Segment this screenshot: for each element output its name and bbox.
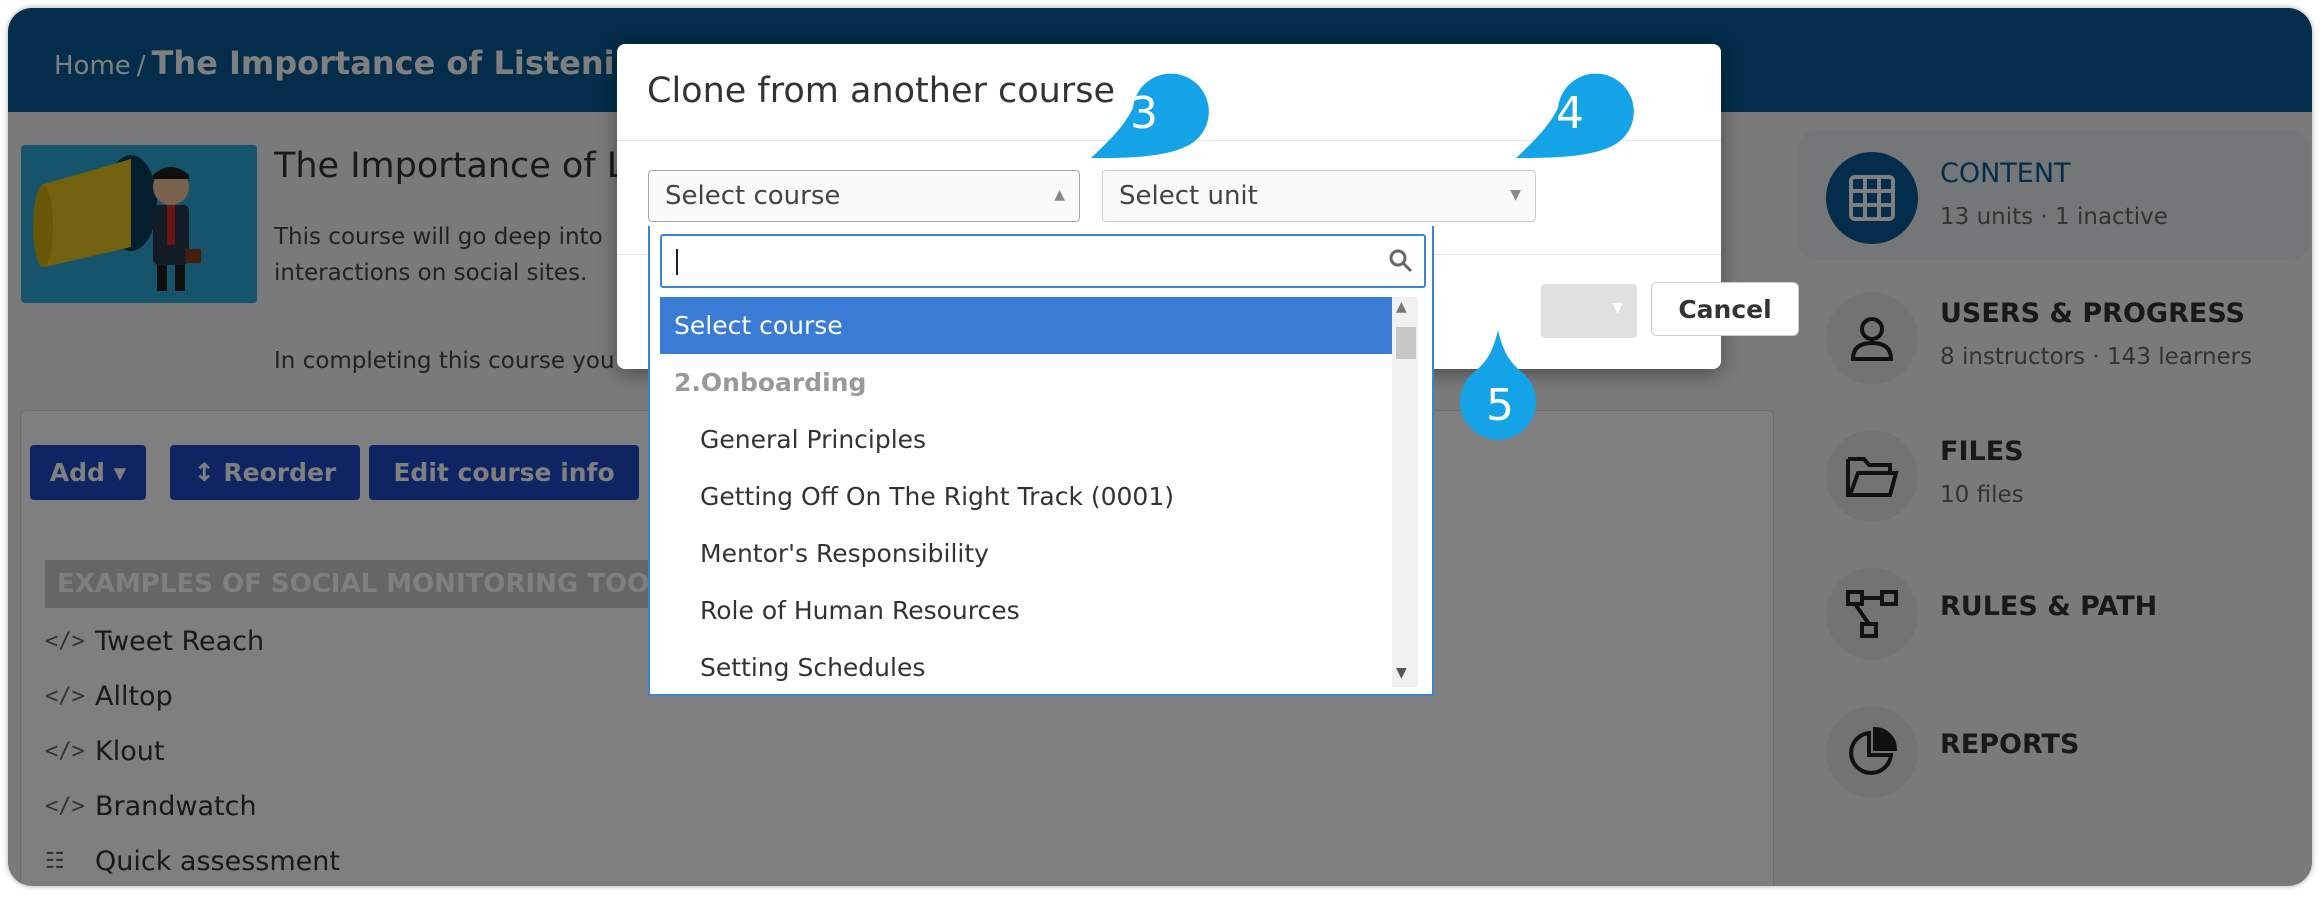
course-dropdown: Select course 2.Onboarding General Princ… bbox=[648, 226, 1434, 696]
unit-select[interactable]: Select unit ▼ bbox=[1102, 170, 1536, 222]
dropdown-option[interactable]: Mentor's Responsibility bbox=[660, 525, 1394, 582]
callout-number: 3 bbox=[1130, 88, 1158, 139]
dropdown-option[interactable]: Getting Off On The Right Track (0001) bbox=[660, 468, 1394, 525]
dropdown-scrollbar[interactable]: ▲ ▼ bbox=[1392, 297, 1418, 687]
callout-number: 4 bbox=[1556, 88, 1584, 139]
dropdown-option[interactable]: Setting Schedules bbox=[660, 639, 1394, 696]
callout-number: 5 bbox=[1486, 380, 1514, 431]
dialog-title: Clone from another course bbox=[647, 71, 1115, 111]
scrollbar-thumb[interactable] bbox=[1396, 327, 1416, 359]
course-select-value: Select course bbox=[665, 181, 841, 211]
dropdown-search-input[interactable] bbox=[660, 234, 1426, 288]
course-select[interactable]: Select course ▲ bbox=[648, 170, 1080, 222]
cancel-button[interactable]: Cancel bbox=[1651, 282, 1799, 336]
app-window: Home/The Importance of Listening i The I… bbox=[8, 8, 2312, 886]
clone-button-disabled[interactable]: ▼ bbox=[1541, 284, 1637, 338]
dropdown-option[interactable]: Role of Human Resources bbox=[660, 582, 1394, 639]
dropdown-options: Select course 2.Onboarding General Princ… bbox=[660, 297, 1394, 696]
text-caret bbox=[676, 249, 678, 275]
caret-down-icon: ▼ bbox=[1510, 187, 1521, 203]
dropdown-option-selected[interactable]: Select course bbox=[660, 297, 1394, 354]
caret-down-icon: ▼ bbox=[1612, 300, 1623, 316]
scroll-up-icon[interactable]: ▲ bbox=[1396, 299, 1407, 315]
search-icon bbox=[1389, 249, 1413, 273]
unit-select-value: Select unit bbox=[1119, 181, 1258, 211]
caret-up-icon: ▲ bbox=[1054, 187, 1065, 203]
scroll-down-icon[interactable]: ▼ bbox=[1396, 665, 1407, 681]
dropdown-group-label: 2.Onboarding bbox=[674, 368, 867, 397]
dropdown-option[interactable]: General Principles bbox=[660, 411, 1394, 468]
